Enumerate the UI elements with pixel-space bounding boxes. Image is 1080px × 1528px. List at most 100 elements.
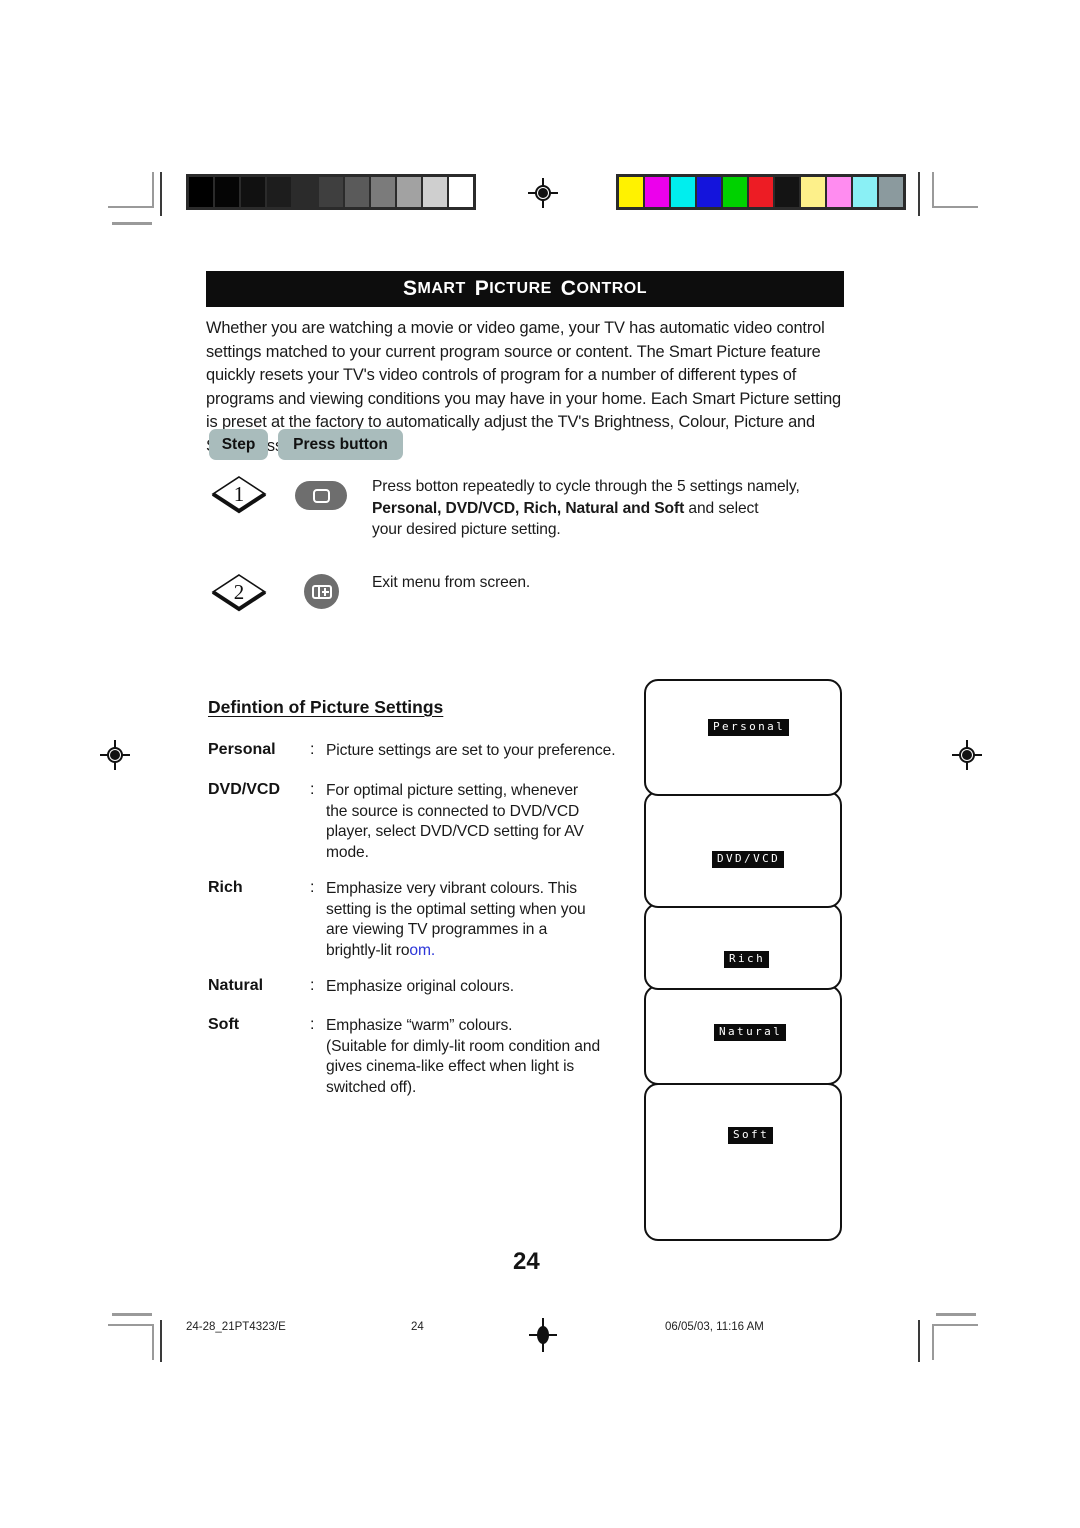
definition-dvdvcd-line-2: the source is connected to DVD/VCD — [326, 802, 580, 820]
definition-rich-line-3: are viewing TV programmes in a — [326, 921, 548, 939]
definition-soft-line-1: Emphasize “warm” colours. — [326, 1017, 513, 1034]
definition-colon-dvdvcd: : — [310, 781, 315, 798]
definition-body-personal: Picture settings are set to your prefere… — [326, 741, 626, 762]
definition-dvdvcd-line-1: For optimal picture setting, whenever — [326, 782, 578, 799]
definition-rich-line-1: Emphasize very vibrant colours. This — [326, 880, 577, 897]
calibration-patch — [449, 177, 473, 207]
calibration-patch — [215, 177, 239, 207]
calibration-patch — [723, 177, 747, 207]
osd-label-personal: Personal — [708, 719, 790, 736]
registration-target-left — [100, 740, 130, 770]
section-title-band: S MART P ICTURE C ONTROL — [206, 271, 844, 307]
definition-body-rich: Emphasize very vibrant colours. This set… — [326, 879, 626, 961]
print-dash-bottom-right — [936, 1313, 976, 1316]
step-2-instruction: Exit menu from screen. — [372, 574, 531, 591]
osd-label-natural: Natural — [714, 1024, 787, 1041]
calibration-patch — [671, 177, 695, 207]
osd-label-rich: Rich — [724, 951, 770, 968]
calibration-patch — [619, 177, 643, 207]
page-title-part-s: S — [402, 277, 418, 300]
step-1-instruction: Press botton repeatedly to cycle through… — [372, 476, 862, 541]
registration-target-right — [952, 740, 982, 770]
crop-mark-bottom-left — [108, 1324, 154, 1360]
print-rule-bottom-right — [918, 1320, 920, 1362]
definition-colon-rich: : — [310, 879, 315, 896]
calibration-patch — [853, 177, 877, 207]
tv-screen-button-icon[interactable] — [295, 481, 347, 510]
calibration-patch — [371, 177, 395, 207]
color-calibration-bar — [616, 174, 906, 210]
step-1-line-2-tail: and select — [684, 499, 759, 517]
print-dash-bottom-left — [112, 1313, 152, 1316]
definition-term-soft: Soft — [208, 1016, 240, 1033]
footer-timestamp: 06/05/03, 11:16 AM — [665, 1321, 764, 1333]
page-number: 24 — [513, 1248, 540, 1275]
menu-exit-button-icon[interactable] — [304, 574, 339, 609]
step-1-bold-terms: Personal, DVD/VCD, Rich, Natural and Sof… — [372, 499, 685, 517]
definition-colon-natural: : — [310, 977, 315, 994]
step-1-badge: 1 — [210, 474, 268, 514]
definition-term-natural: Natural — [208, 977, 264, 994]
definition-body-soft: Emphasize “warm” colours. (Suitable for … — [326, 1016, 636, 1098]
definition-rich-line-4: brightly-lit ro — [326, 941, 410, 959]
table-header-step: Step — [209, 429, 268, 460]
print-dash-left — [112, 222, 152, 225]
definition-term-personal: Personal — [208, 741, 276, 758]
definition-colon-soft: : — [310, 1016, 315, 1033]
calibration-patch — [267, 177, 291, 207]
definition-term-rich: Rich — [208, 879, 243, 896]
calibration-patch — [879, 177, 903, 207]
calibration-patch — [319, 177, 343, 207]
calibration-patch — [827, 177, 851, 207]
definition-dvdvcd-line-4: mode. — [326, 843, 369, 861]
osd-label-soft: Soft — [728, 1127, 774, 1144]
calibration-patch — [241, 177, 265, 207]
registration-target-top-center — [528, 178, 558, 208]
definition-body-natural: Emphasize original colours. — [326, 977, 626, 998]
definition-natural-line-1: Emphasize original colours. — [326, 978, 514, 995]
definition-term-dvdvcd: DVD/VCD — [208, 781, 281, 798]
definition-body-dvdvcd: For optimal picture setting, whenever th… — [326, 781, 626, 863]
definitions-heading: Defintion of Picture Settings — [208, 697, 444, 717]
step-2-number: 2 — [233, 579, 245, 604]
definition-rich-line-4-blue-tail: om. — [409, 941, 436, 959]
definition-dvdvcd-line-3: player, select DVD/VCD setting for AV — [326, 823, 584, 841]
calibration-patch — [293, 177, 317, 207]
grayscale-calibration-wedge — [186, 174, 476, 210]
page-title-part-icture: ICTURE — [489, 280, 552, 297]
osd-screen-dvdvcd: DVD/VCD — [644, 791, 842, 908]
step-2-badge: 2 — [210, 572, 268, 612]
calibration-patch — [423, 177, 447, 207]
definition-soft-line-4: switched off). — [326, 1078, 417, 1096]
crop-mark-top-right — [932, 172, 978, 208]
calibration-patch — [345, 177, 369, 207]
step-1-line-1: Press botton repeatedly to cycle through… — [372, 478, 800, 495]
page-title-part-mart: MART — [417, 280, 466, 297]
print-rule-left — [160, 172, 162, 216]
definition-soft-line-2: (Suitable for dimly-lit room condition a… — [326, 1037, 601, 1055]
osd-screen-rich: Rich — [644, 903, 842, 990]
print-rule-bottom-left — [160, 1320, 162, 1362]
step-1-line-3: your desired picture setting. — [372, 521, 561, 538]
step-1-number: 1 — [233, 481, 245, 506]
calibration-patch — [645, 177, 669, 207]
page-title-part-p: P — [474, 277, 490, 300]
footer-file-reference: 24-28_21PT4323/E — [186, 1321, 286, 1333]
screen-glyph — [312, 488, 330, 503]
crop-mark-top-left — [108, 172, 154, 208]
osd-screen-natural: Natural — [644, 985, 842, 1085]
footer-page-number: 24 — [411, 1321, 424, 1333]
page-title-part-ontrol: ONTROL — [576, 280, 648, 297]
definition-colon-personal: : — [310, 741, 315, 758]
calibration-patch — [189, 177, 213, 207]
page-title-part-c: C — [560, 277, 577, 300]
osd-screen-soft: Soft — [644, 1083, 842, 1241]
definition-soft-line-3: gives cinema-like effect when light is — [326, 1058, 575, 1076]
definition-rich-line-2: setting is the optimal setting when you — [326, 900, 586, 918]
menu-glyph — [311, 584, 332, 599]
calibration-patch — [801, 177, 825, 207]
crop-mark-bottom-right — [932, 1324, 978, 1360]
osd-label-dvdvcd: DVD/VCD — [712, 851, 785, 868]
calibration-patch — [397, 177, 421, 207]
print-rule-right — [918, 172, 920, 216]
